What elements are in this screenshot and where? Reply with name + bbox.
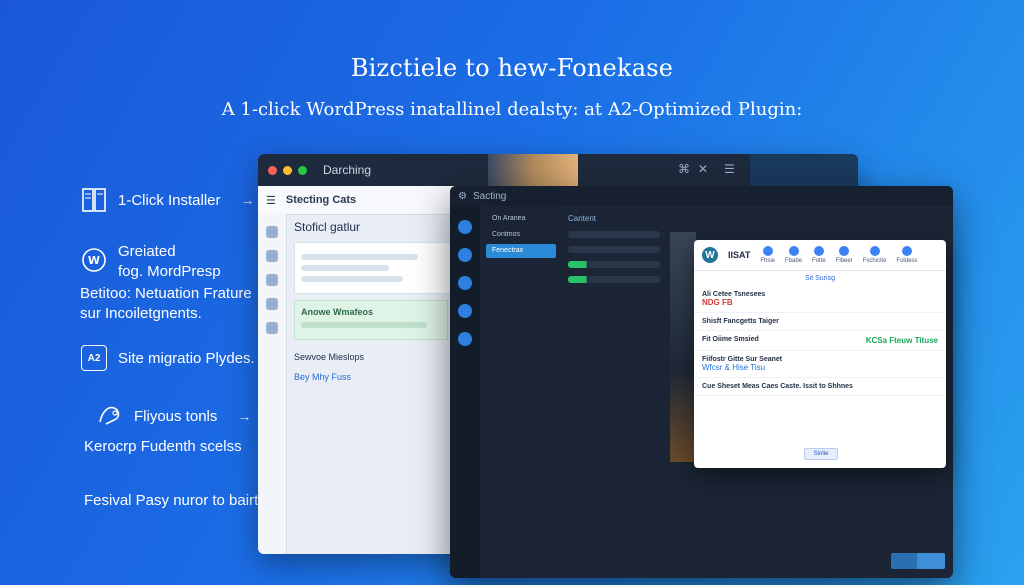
arrow-icon: →	[237, 408, 252, 424]
back-sidebar	[258, 214, 287, 554]
rail-icon[interactable]	[458, 276, 472, 290]
rail-icon[interactable]	[458, 248, 472, 262]
header-photo	[488, 154, 578, 186]
front-nav: On Aranea Contmos Fenectrax	[482, 206, 560, 578]
nav-item[interactable]	[486, 308, 556, 322]
success-panel: Anowe Wmafeos	[294, 300, 448, 340]
modal-action-button[interactable]: Sinlie	[804, 448, 838, 460]
nav-item[interactable]	[486, 260, 556, 274]
front-mid: Cantent	[564, 206, 664, 578]
feature-label: Kerocrp Fudenth scelss	[84, 438, 242, 455]
settings-panel	[294, 242, 454, 294]
mid-title: Cantent	[568, 214, 597, 223]
bell-icon[interactable]: ⌘	[678, 162, 690, 176]
window-title: Darching	[323, 163, 372, 177]
plugin-modal: W IISAT Fhsie Fbabe Fotte Flbeer Fschici…	[694, 240, 946, 468]
menu-icon[interactable]: ☰	[724, 162, 735, 176]
modal-title: IISAT	[728, 250, 751, 260]
nav-item-active[interactable]: Fenectrax	[486, 244, 556, 258]
sidebar-icon[interactable]	[266, 250, 278, 262]
nav-item[interactable]	[486, 292, 556, 306]
feature-tools: Fliyous tonls →	[96, 402, 251, 430]
status-badge: NDG FB	[702, 298, 733, 307]
hamburger-icon[interactable]: ☰	[266, 194, 276, 207]
wordpress-logo-icon: W	[702, 247, 718, 263]
feature-festival: Fesival Pasy nuror to bairt	[84, 492, 258, 509]
modal-row: Fit Oiime Smsied KCSa Fteuw Tituse	[694, 331, 946, 351]
feature-label: Site migratio Plydes.	[118, 349, 255, 367]
back-content: Stoficl gatlur Anowe Wmafeos Sewvoe Mies…	[294, 220, 454, 382]
app-title: Stecting Cats	[285, 194, 357, 206]
mid-row	[568, 246, 660, 253]
nav-item[interactable]: Contmos	[486, 228, 556, 242]
bottom-button-secondary[interactable]	[917, 553, 945, 569]
modal-tab[interactable]: Fotte	[812, 246, 826, 264]
modal-tab[interactable]: Foldess	[896, 246, 917, 264]
status-badge: KCSa Fteuw Tituse	[865, 336, 938, 345]
window-title: Sacting	[472, 190, 507, 202]
feature-label: Fesival Pasy nuror to bairt	[84, 492, 259, 509]
rail-icon[interactable]	[458, 332, 472, 346]
front-titlebar: ⚙ Sacting	[450, 186, 953, 206]
mid-row-progress	[568, 261, 660, 268]
nav-item[interactable]	[486, 324, 556, 338]
modal-section: Sit Surisg	[805, 275, 835, 282]
arrow-icon: →	[240, 192, 255, 208]
feature-notification: Betitoo: Netuation Frature sur Incoiletg…	[80, 284, 252, 324]
a2-badge-icon: A2	[80, 344, 108, 372]
hand-icon	[96, 402, 124, 430]
modal-row: Fiifostr Gitte Sur Seanet Wfcsr & Hise T…	[694, 351, 946, 378]
feature-label: Greiated fog. MordPresp	[118, 243, 221, 280]
mid-row-progress	[568, 276, 660, 283]
hero-title: Bizctiele to hew-Fonekase	[350, 54, 674, 82]
front-rail	[450, 206, 480, 578]
settings-icon: ⚙	[458, 190, 467, 202]
lower-item: Bey Mhy Fuss	[294, 372, 352, 382]
minimize-button[interactable]	[283, 165, 292, 175]
feature-label: Betitoo: Netuation Frature sur Incoiletg…	[80, 285, 252, 322]
hero-subtitle: A 1-click WordPress inatallinel dealsty:…	[221, 99, 803, 120]
modal-row: Cue Sheset Meas Caes Caste. Issit to Shh…	[694, 378, 946, 396]
modal-row: Shisft Fancgetts Taiger	[694, 313, 946, 331]
wordpress-icon: W	[80, 246, 108, 274]
header-right-panel	[750, 154, 858, 186]
rail-icon[interactable]	[458, 220, 472, 234]
sidebar-icon[interactable]	[266, 226, 278, 238]
feature-wordpress: W Greiated fog. MordPresp	[80, 242, 221, 282]
maximize-button[interactable]	[298, 165, 307, 175]
modal-tab[interactable]: Fhsie	[760, 246, 775, 264]
modal-tab[interactable]: Fschicite	[863, 246, 886, 264]
svg-text:W: W	[88, 254, 100, 267]
feature-label: Fliyous tonls	[134, 407, 218, 425]
background-image	[670, 232, 696, 462]
modal-tab[interactable]: Flbeer	[836, 246, 853, 264]
nav-header: On Aranea	[492, 215, 526, 222]
status-badge: Wfcsr & Hise Tisu	[702, 363, 766, 372]
sidebar-icon[interactable]	[266, 298, 278, 310]
tools-icon[interactable]: ✕	[698, 162, 708, 176]
section-title: Stoficl gatlur	[294, 220, 361, 234]
document-icon	[80, 186, 108, 214]
feature-label: 1-Click Installer	[118, 191, 221, 209]
feature-support: Kerocrp Fudenth scelss	[84, 438, 242, 455]
feature-migration: A2 Site migratio Plydes.	[80, 344, 255, 372]
nav-item[interactable]	[486, 276, 556, 290]
modal-tab[interactable]: Fbabe	[785, 246, 802, 264]
lower-title: Sewvoe Mieslops	[294, 352, 365, 362]
rail-icon[interactable]	[458, 304, 472, 318]
sidebar-icon[interactable]	[266, 274, 278, 286]
modal-row: Ali Cetee Tsnesees NDG FB	[694, 286, 946, 313]
feature-installer: 1-Click Installer →	[80, 186, 255, 214]
success-title: Anowe Wmafeos	[301, 307, 374, 317]
modal-header: W IISAT Fhsie Fbabe Fotte Flbeer Fschici…	[694, 240, 946, 271]
sidebar-icon[interactable]	[266, 322, 278, 334]
mid-row	[568, 231, 660, 238]
close-button[interactable]	[268, 165, 277, 175]
